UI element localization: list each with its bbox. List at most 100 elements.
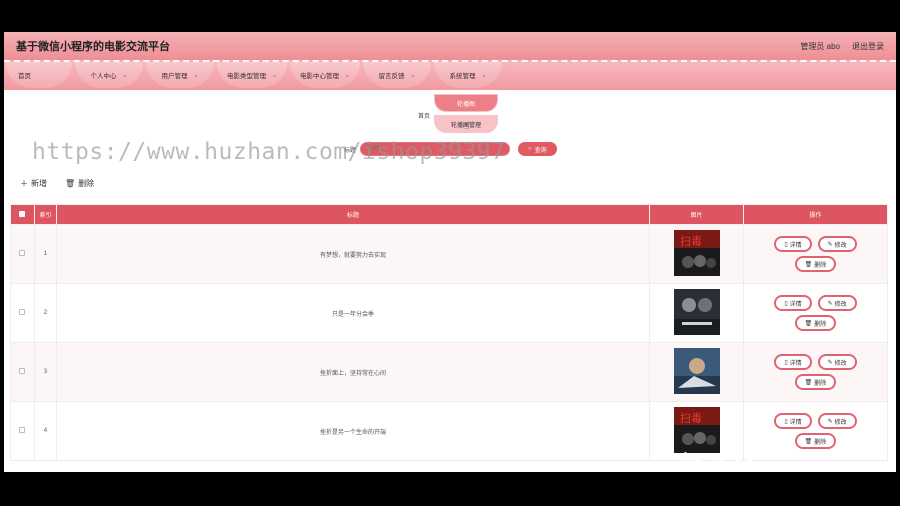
- row-index: 1: [33, 224, 57, 284]
- row-index: 2: [33, 283, 57, 343]
- chevron-down-icon: ⌄: [122, 72, 128, 79]
- detail-button[interactable]: ▯ 详情: [774, 354, 812, 370]
- poster-image: [673, 348, 720, 394]
- breadcrumb-home[interactable]: 首页: [418, 111, 430, 120]
- trash-icon: 🗑: [65, 179, 76, 188]
- nav-label: 个人中心: [90, 73, 117, 80]
- trash-icon: 🗑: [804, 438, 813, 445]
- nav-label: 首页: [18, 73, 31, 80]
- nav-item-movie-type-management[interactable]: 电影类型管理 ⌄: [217, 62, 288, 88]
- edit-button[interactable]: ✎ 修改: [817, 236, 857, 252]
- chevron-down-icon: ⌄: [272, 72, 278, 79]
- play-icon: [684, 451, 710, 472]
- select-all-checkbox[interactable]: [19, 210, 26, 217]
- nav-label: 系统管理: [449, 73, 476, 80]
- svg-text:扫毒: 扫毒: [680, 235, 702, 248]
- add-button[interactable]: ＋新增: [20, 178, 47, 189]
- svg-text:EV: EV: [716, 452, 754, 472]
- admin-label[interactable]: 管理员 abo: [800, 41, 840, 52]
- trash-icon: 🗑: [804, 261, 813, 268]
- pencil-icon: ✎: [827, 241, 833, 248]
- query-button[interactable]: ○ 查询: [518, 142, 557, 156]
- table-row: 2 只是一年分会季 ▯ 详情 ✎ 修改 🗑 删除: [10, 283, 888, 343]
- poster-image: 扫毒: [673, 407, 720, 453]
- edit-label: 修改: [834, 360, 847, 367]
- main-nav: 首页 个人中心 ⌄ 用户管理 ⌄ 电影类型管理 ⌄ 电影中心管理 ⌄ 留言反馈 ⌄ 系统管…: [4, 62, 896, 90]
- select-all-cell[interactable]: [10, 204, 35, 225]
- watermark-text: https://www.huzhan.com/ishop39397: [32, 139, 506, 165]
- top-header: 基于微信小程序的电影交流平台 管理员 abo 退出登录: [4, 32, 896, 62]
- row-checkbox[interactable]: [19, 309, 26, 315]
- delete-button[interactable]: 🗑 删除: [794, 256, 837, 272]
- delete-label: 删除: [78, 179, 95, 188]
- delete-button[interactable]: 🗑 删除: [794, 374, 837, 390]
- nav-item-personal-center[interactable]: 个人中心 ⌄: [75, 62, 143, 88]
- detail-button[interactable]: ▯ 详情: [774, 295, 812, 311]
- row-title: 只是一年分会季: [55, 283, 651, 343]
- header-index: 索引: [33, 204, 57, 225]
- row-checkbox[interactable]: [19, 368, 26, 374]
- detail-button[interactable]: ▯ 详情: [774, 236, 812, 252]
- detail-label: 详情: [789, 419, 802, 426]
- header-actions: 操作: [743, 204, 888, 225]
- delete-button[interactable]: 🗑 删除: [794, 315, 837, 331]
- table-row: 1 有梦想，就要努力去实现 扫毒 ▯ 详情 ✎ 修改 🗑 删除: [10, 224, 888, 284]
- mouse-cursor-icon: ☝: [463, 121, 470, 132]
- chevron-down-icon: ⌄: [193, 72, 199, 79]
- nav-label: 留言反馈: [378, 73, 405, 80]
- trash-icon: 🗑: [804, 320, 813, 327]
- delete-label: 删除: [814, 439, 827, 446]
- edit-label: 修改: [834, 301, 847, 308]
- row-checkbox[interactable]: [19, 250, 26, 256]
- row-checkbox[interactable]: [19, 427, 26, 433]
- poster-image: 扫毒: [673, 230, 720, 276]
- delete-label: 删除: [814, 380, 827, 387]
- document-icon: ▯: [784, 359, 788, 366]
- edit-button[interactable]: ✎ 修改: [817, 354, 857, 370]
- trash-icon: 🗑: [804, 379, 813, 386]
- header-image: 图片: [649, 204, 745, 225]
- batch-delete-button[interactable]: 🗑 删除: [65, 178, 94, 189]
- table-row: 3 挫折面上，坚持常在心间 ▯ 详情 ✎ 修改 🗑 删除: [10, 342, 888, 402]
- document-icon: ▯: [784, 418, 788, 425]
- app-title: 基于微信小程序的电影交流平台: [16, 41, 170, 53]
- edit-label: 修改: [834, 242, 847, 249]
- poster-image: [673, 289, 720, 335]
- pencil-icon: ✎: [827, 418, 833, 425]
- logout-link[interactable]: 退出登录: [852, 41, 884, 52]
- row-title: 有梦想，就要努力去实现: [55, 224, 651, 284]
- nav-item-movie-center-management[interactable]: 电影中心管理 ⌄: [290, 62, 361, 88]
- user-area: 管理员 abo 退出登录: [800, 41, 884, 52]
- delete-label: 删除: [814, 262, 827, 269]
- detail-label: 详情: [789, 301, 802, 308]
- nav-item-system-management[interactable]: 系统管理 ⌄: [434, 62, 503, 88]
- breadcrumb: 首页: [418, 111, 430, 120]
- detail-label: 详情: [789, 242, 802, 249]
- row-title: 挫折面上，坚持常在心间: [55, 342, 651, 402]
- nav-item-user-management[interactable]: 用户管理 ⌄: [146, 62, 214, 88]
- nav-label: 电影类型管理: [227, 73, 266, 80]
- query-button-label: 查询: [534, 147, 547, 154]
- pencil-icon: ✎: [827, 359, 833, 366]
- row-title: 挫折是另一个生命的开端: [55, 401, 651, 461]
- delete-button[interactable]: 🗑 删除: [794, 433, 837, 449]
- row-index: 3: [33, 342, 57, 402]
- nav-label: 电影中心管理: [300, 73, 340, 80]
- row-index: 4: [33, 401, 57, 461]
- dropdown-item-carousel[interactable]: 轮播图: [434, 94, 498, 112]
- chevron-down-icon: ⌄: [410, 72, 416, 79]
- svg-text:扫毒: 扫毒: [680, 412, 702, 425]
- edit-label: 修改: [834, 419, 847, 426]
- nav-label: 用户管理: [161, 73, 188, 80]
- app-window: 基于微信小程序的电影交流平台 管理员 abo 退出登录 首页 个人中心 ⌄ 用户管…: [4, 32, 896, 472]
- edit-button[interactable]: ✎ 修改: [817, 413, 857, 429]
- detail-button[interactable]: ▯ 详情: [774, 413, 812, 429]
- nav-item-feedback[interactable]: 留言反馈 ⌄: [363, 62, 432, 88]
- delete-label: 删除: [814, 321, 827, 328]
- table-header-row: 索引 标题 图片 操作: [10, 204, 888, 225]
- nav-item-home[interactable]: 首页: [6, 62, 72, 88]
- edit-button[interactable]: ✎ 修改: [817, 295, 857, 311]
- header-title: 标题: [55, 204, 651, 225]
- chevron-down-icon: ⌄: [345, 72, 351, 79]
- data-table: 索引 标题 图片 操作 1 有梦想，就要努力去实现 扫毒 ▯ 详情 ✎ 修改 🗑 删除: [10, 204, 888, 461]
